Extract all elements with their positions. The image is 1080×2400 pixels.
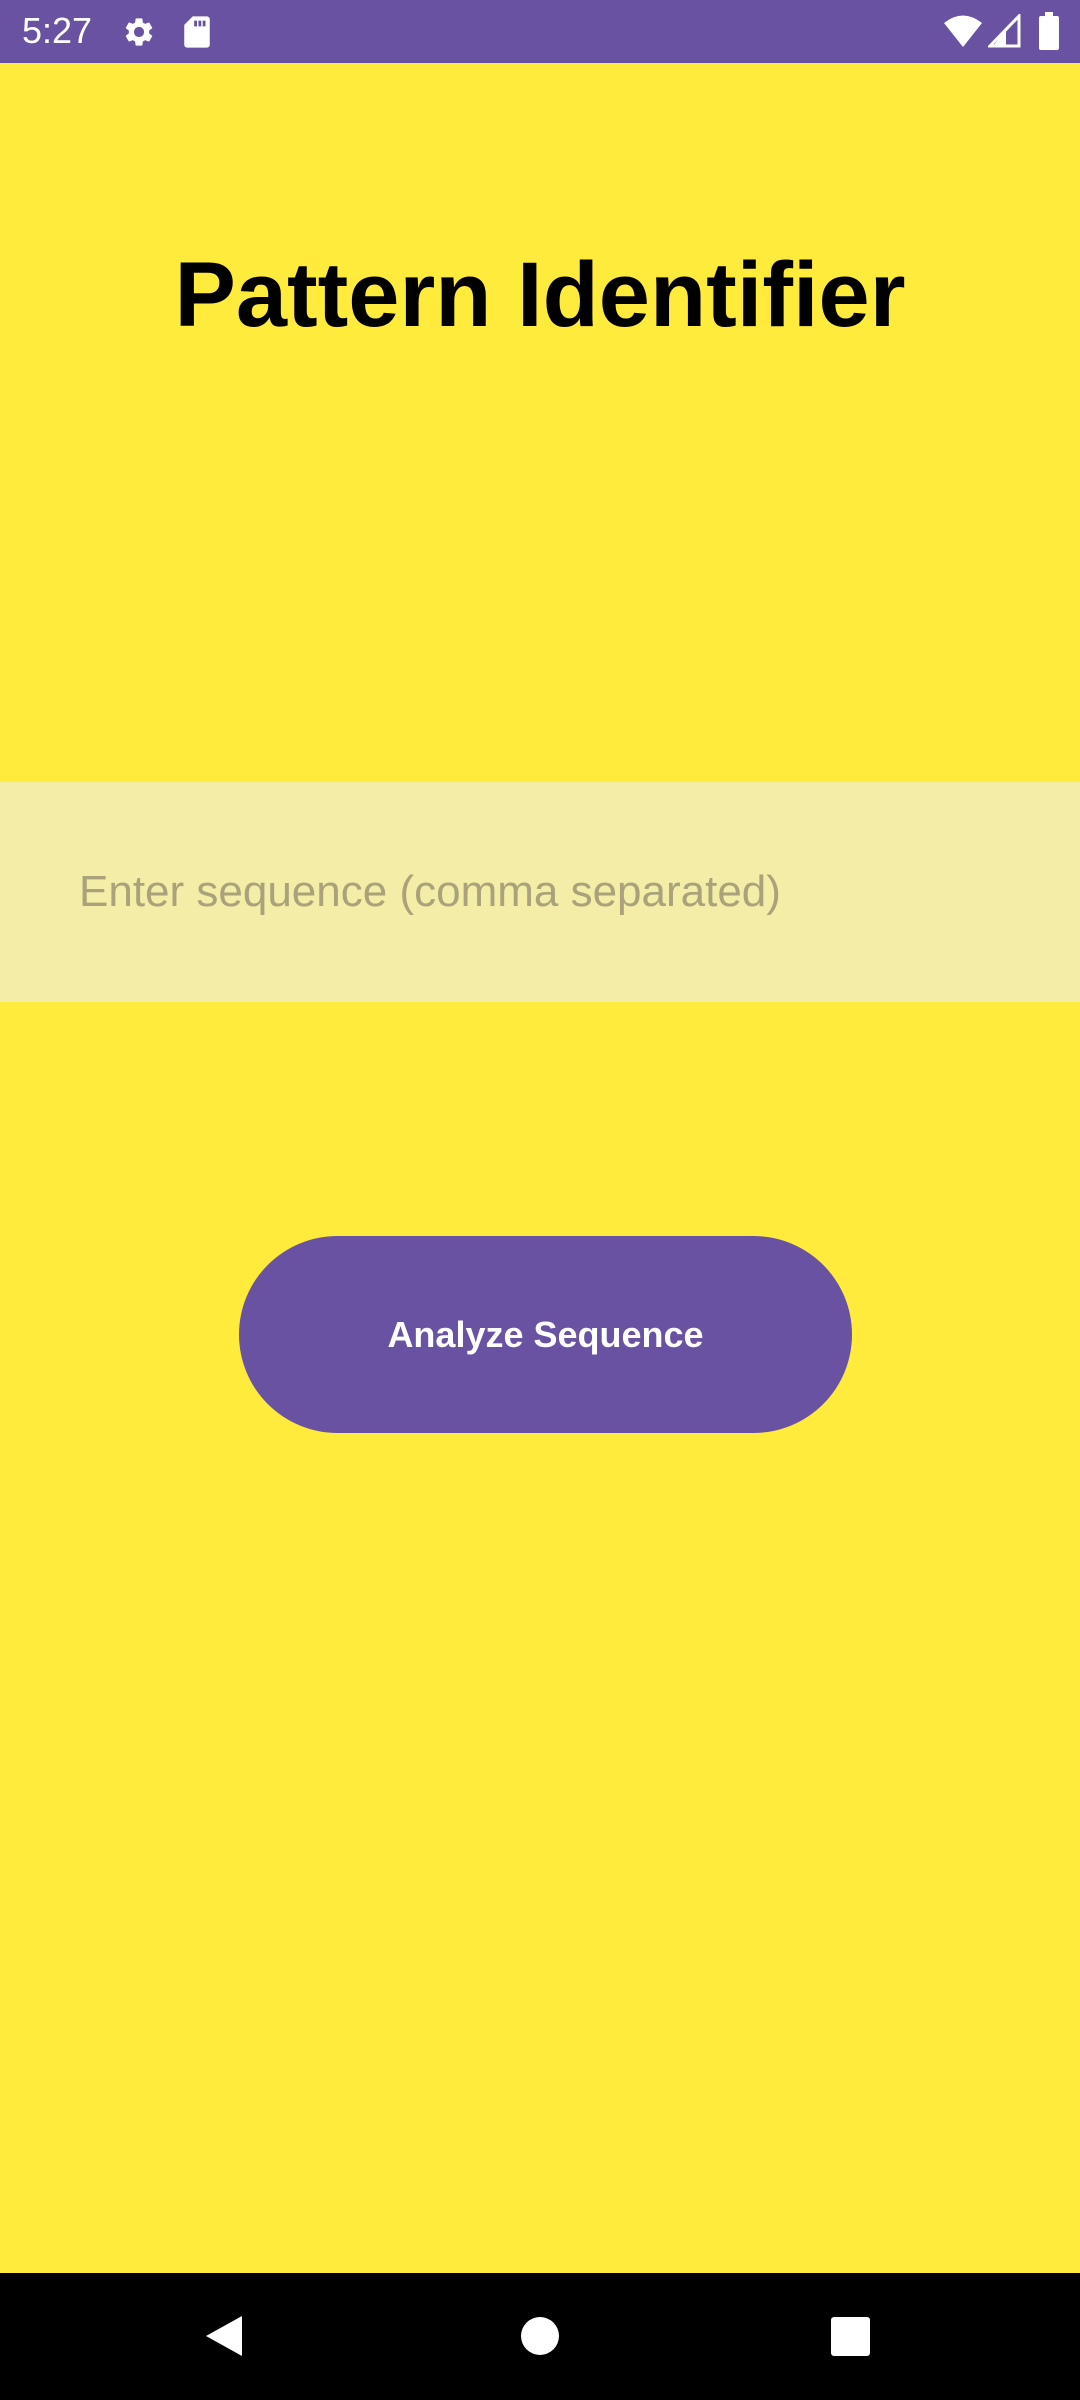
- sequence-input[interactable]: [0, 782, 1080, 1002]
- analyze-sequence-button[interactable]: Analyze Sequence: [239, 1236, 852, 1433]
- app-screen: 5:27 Pattern Identifier Analyze Sequence: [0, 0, 1080, 2400]
- wifi-icon: [944, 15, 982, 47]
- back-icon[interactable]: [204, 2314, 244, 2358]
- battery-icon: [1039, 12, 1059, 50]
- page-title: Pattern Identifier: [174, 244, 906, 346]
- navigation-bar: [0, 2273, 1080, 2400]
- status-time: 5:27: [22, 10, 93, 51]
- status-bar: 5:27: [0, 0, 1080, 63]
- recents-icon[interactable]: [831, 2317, 870, 2356]
- sequence-field: [0, 782, 1080, 1002]
- sd-card-icon: [184, 16, 210, 48]
- home-icon[interactable]: [520, 2316, 560, 2356]
- cell-signal-icon: [988, 14, 1021, 48]
- analyze-button-label: Analyze Sequence: [387, 1313, 704, 1355]
- settings-gear-icon: [125, 18, 153, 46]
